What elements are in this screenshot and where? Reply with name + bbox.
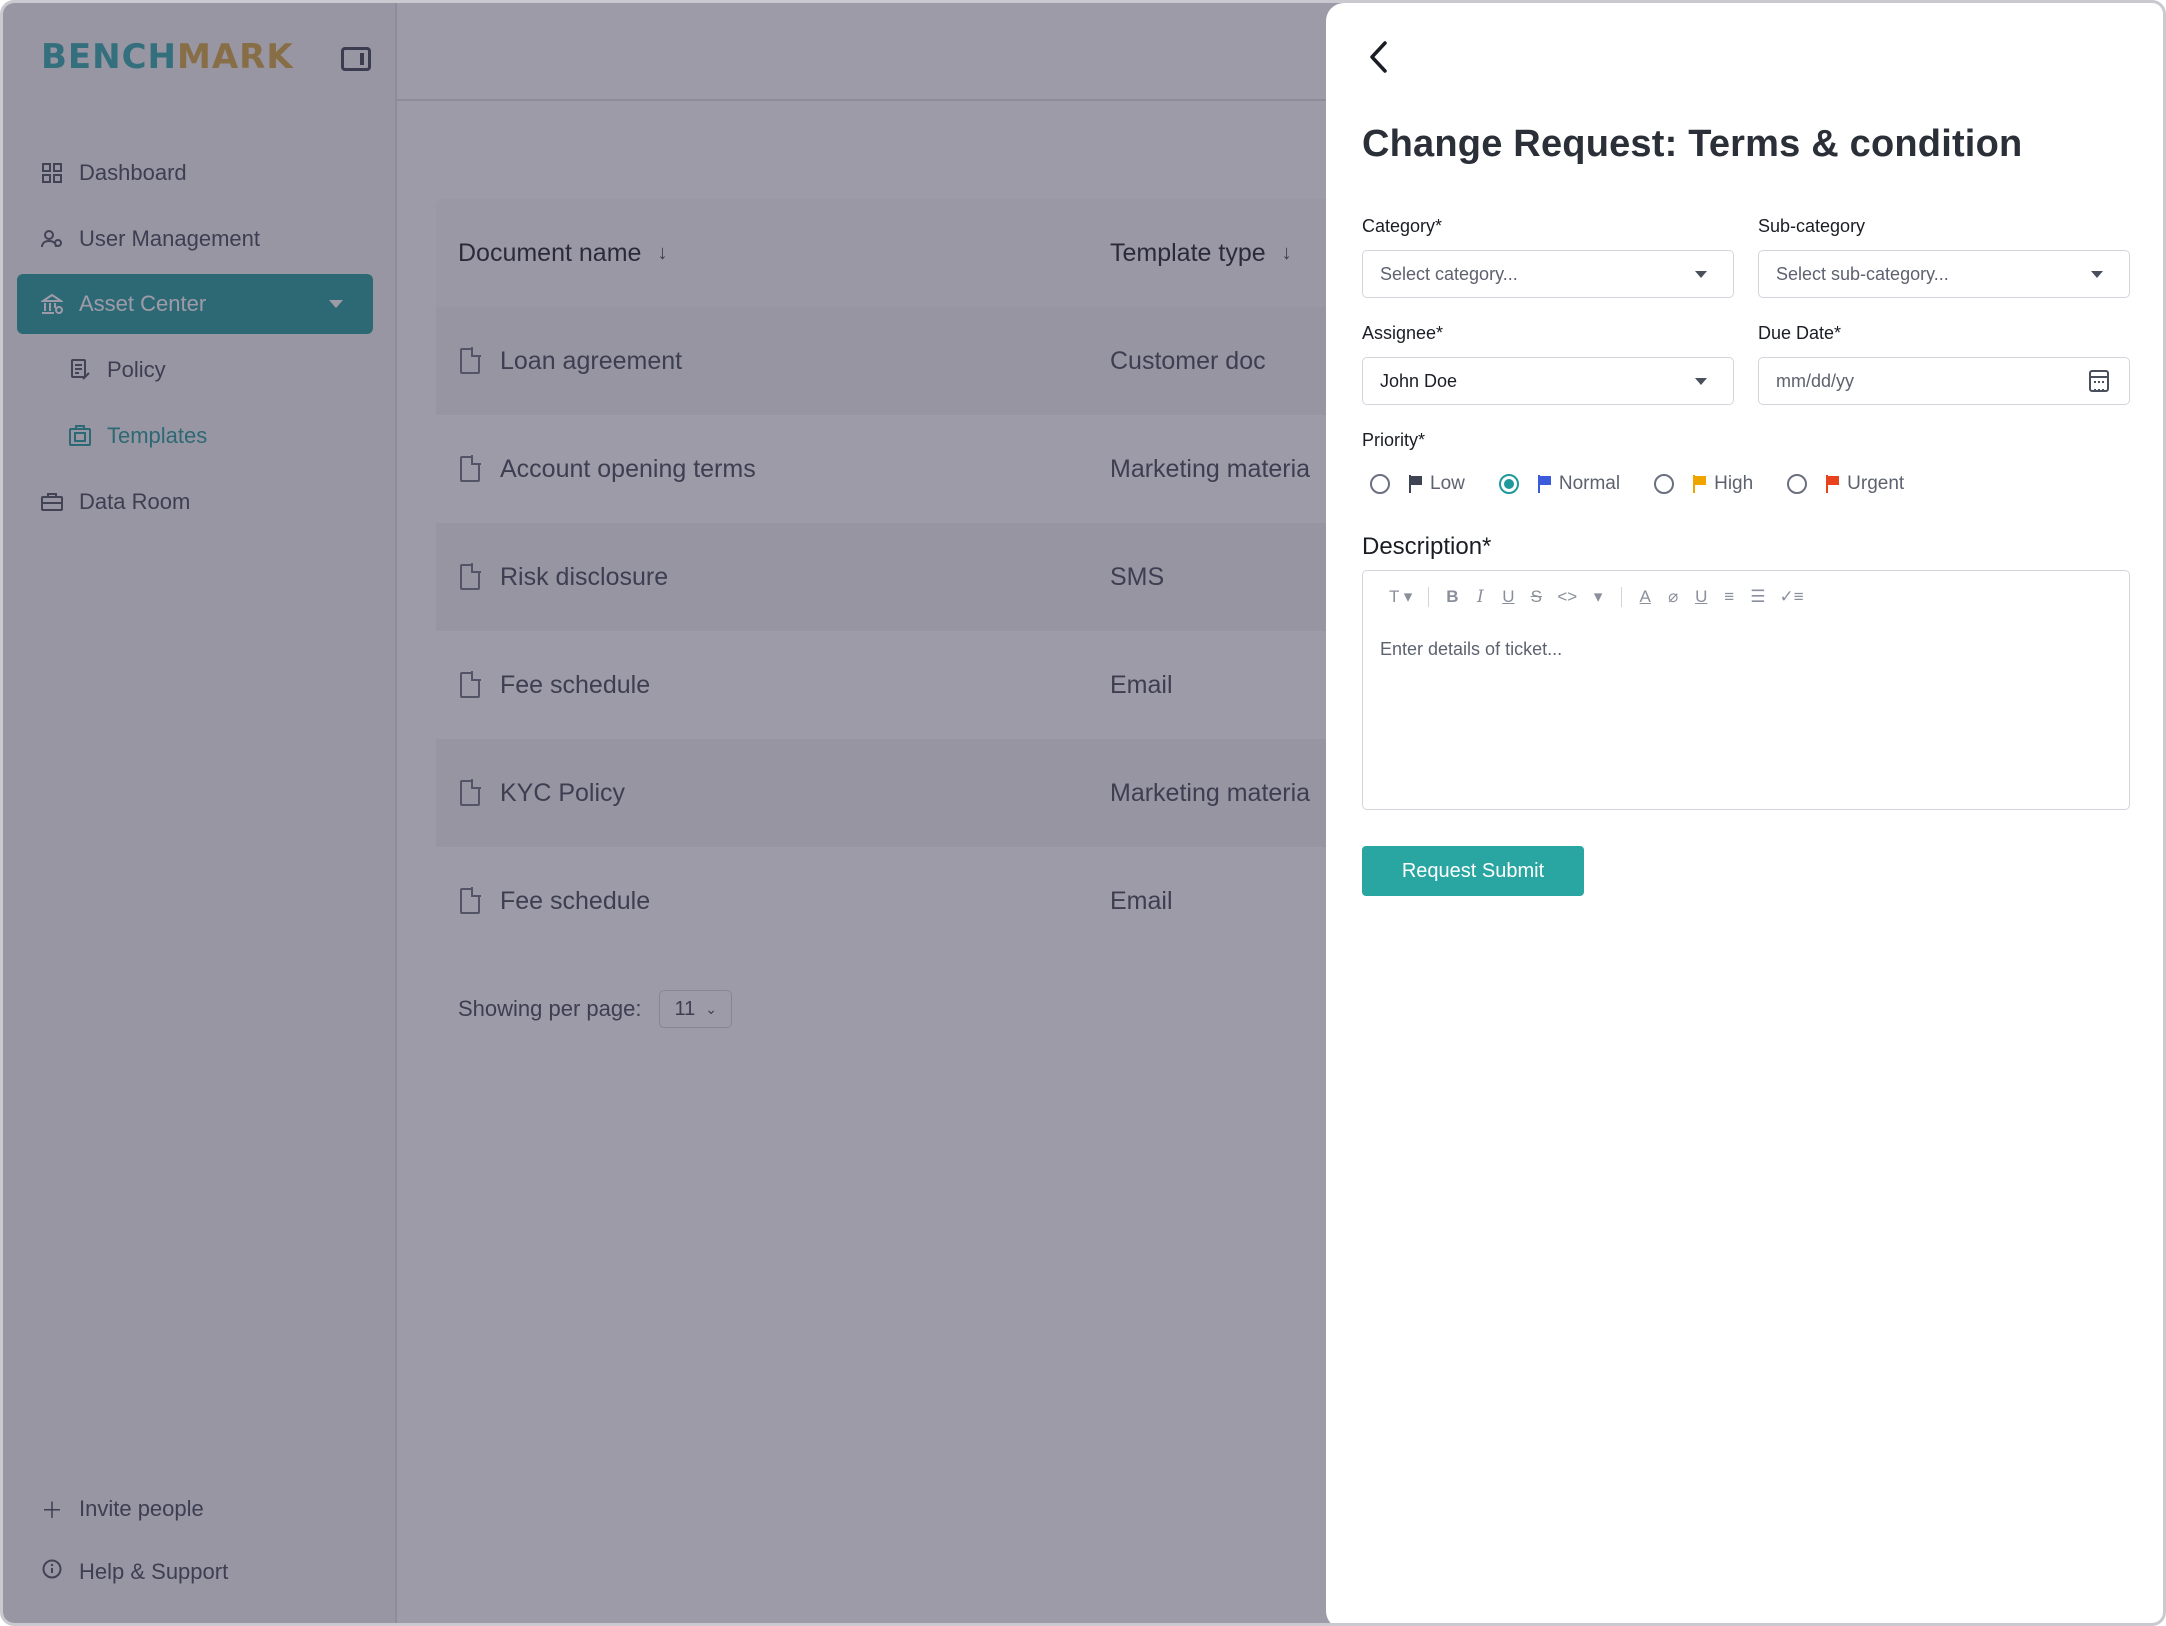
radio-button-selected[interactable]: [1498, 474, 1519, 494]
priority-option-high[interactable]: High: [1654, 473, 1753, 495]
subcategory-placeholder: Select sub-category...: [1776, 263, 1949, 284]
assignee-label: Assignee*: [1362, 323, 1444, 343]
category-select[interactable]: Select category...: [1362, 250, 1734, 298]
align-icon[interactable]: ≡: [1722, 587, 1736, 607]
italic-icon[interactable]: I: [1473, 587, 1487, 607]
priority-options: Low Normal High Urgent: [1370, 473, 1938, 495]
description-editor[interactable]: T ▾ B I U S <> ▾ A ⌀ U ≡ ☰ ✓≡ Enter deta…: [1362, 570, 2130, 810]
priority-option-label: Low: [1430, 473, 1465, 494]
due-date-input[interactable]: mm/dd/yy: [1758, 357, 2130, 405]
toolbar-divider: [1621, 587, 1623, 607]
priority-label: Priority*: [1362, 430, 1426, 450]
text-color-icon[interactable]: A: [1638, 587, 1652, 607]
toolbar-divider: [1428, 587, 1430, 607]
assignee-select[interactable]: John Doe: [1362, 357, 1734, 405]
checklist-icon[interactable]: ✓≡: [1779, 587, 1803, 607]
priority-option-low[interactable]: Low: [1370, 473, 1465, 495]
flag-icon: [1825, 475, 1841, 493]
flag-icon: [1537, 475, 1553, 493]
category-label: Category*: [1362, 216, 1443, 236]
underline-alt-icon[interactable]: U: [1694, 587, 1708, 607]
underline-icon[interactable]: U: [1501, 587, 1515, 607]
priority-option-label: High: [1714, 473, 1754, 494]
back-arrow-icon[interactable]: [1360, 39, 1396, 75]
flag-icon: [1408, 475, 1424, 493]
change-request-panel: Change Request: Terms & condition Catego…: [1326, 3, 2163, 1623]
attachment-icon[interactable]: ⌀: [1666, 587, 1680, 607]
due-date-label: Due Date*: [1758, 323, 1842, 343]
dropdown-caret-icon: [1695, 271, 1707, 278]
dropdown-caret-icon: [1695, 378, 1707, 385]
due-date-placeholder: mm/dd/yy: [1776, 370, 1855, 391]
category-placeholder: Select category...: [1380, 263, 1518, 284]
bold-icon[interactable]: B: [1445, 587, 1459, 607]
radio-button[interactable]: [1654, 474, 1675, 494]
description-placeholder: Enter details of ticket...: [1380, 639, 1563, 659]
request-submit-button[interactable]: Request Submit: [1362, 846, 1584, 896]
priority-option-urgent[interactable]: Urgent: [1787, 473, 1904, 495]
editor-toolbar: T ▾ B I U S <> ▾ A ⌀ U ≡ ☰ ✓≡: [1389, 587, 1818, 607]
dropdown-caret-icon: [2091, 271, 2103, 278]
code-icon[interactable]: <>: [1557, 587, 1577, 607]
flag-icon: [1692, 475, 1708, 493]
priority-option-label: Urgent: [1847, 473, 1905, 494]
radio-button[interactable]: [1370, 474, 1390, 494]
description-label: Description*: [1362, 533, 1492, 560]
app-frame: BENCHMARK Dashboard User Management Asse…: [0, 0, 2166, 1626]
priority-option-label: Normal: [1558, 473, 1621, 494]
calendar-icon[interactable]: [2089, 370, 2109, 392]
priority-option-normal[interactable]: Normal: [1498, 473, 1621, 495]
bullet-list-icon[interactable]: ☰: [1750, 587, 1765, 607]
subcategory-select[interactable]: Select sub-category...: [1758, 250, 2130, 298]
radio-button[interactable]: [1787, 474, 1808, 494]
assignee-value: John Doe: [1380, 370, 1458, 391]
strikethrough-icon[interactable]: S: [1529, 587, 1543, 607]
more-dropdown-icon[interactable]: ▾: [1591, 587, 1605, 607]
panel-title: Change Request: Terms & condition: [1362, 123, 2023, 165]
subcategory-label: Sub-category: [1758, 216, 1866, 236]
text-style-icon[interactable]: T ▾: [1389, 587, 1412, 607]
